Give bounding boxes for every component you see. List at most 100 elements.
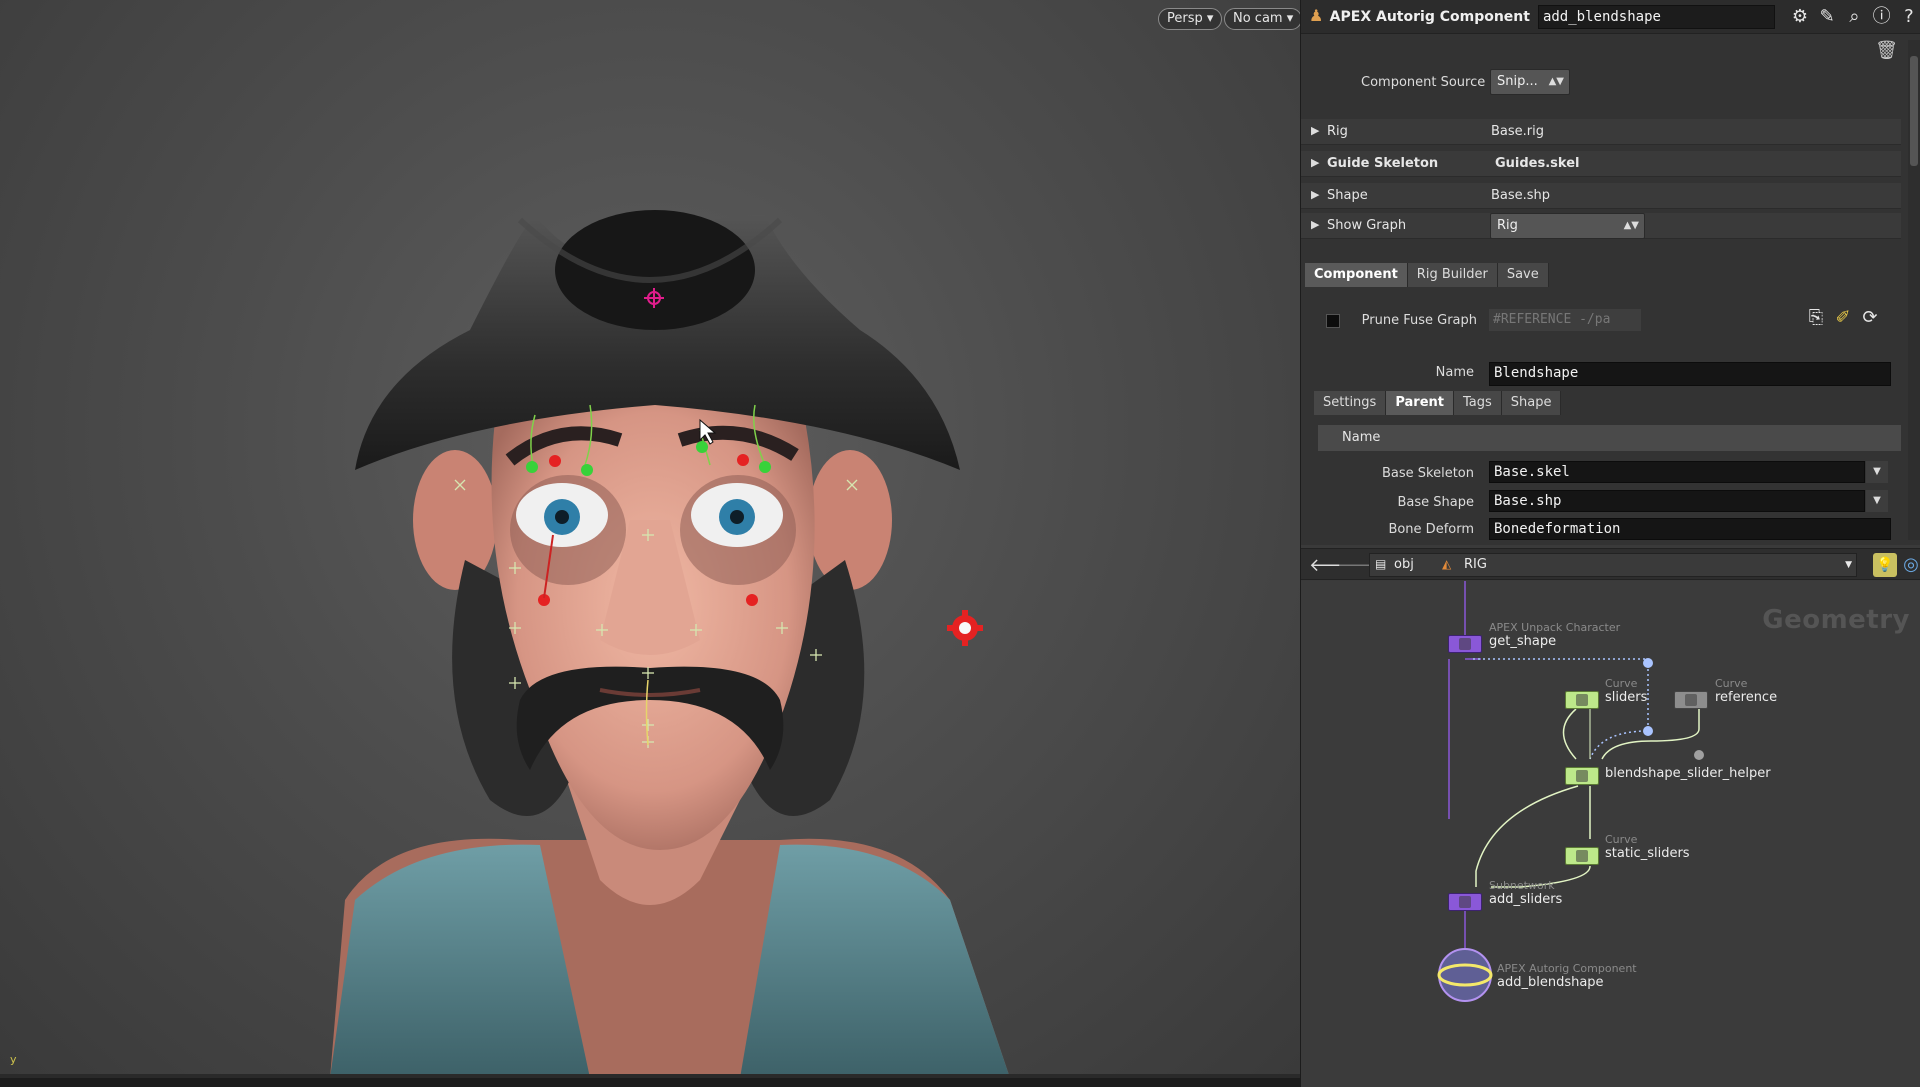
bone-deform-label: Bone Deform	[1388, 522, 1474, 537]
target-icon[interactable]: ◎	[1899, 553, 1920, 577]
tab-rig-builder[interactable]: Rig Builder	[1407, 263, 1498, 287]
parameter-pane: ♟ APEX Autorig Component add_blendshape …	[1301, 0, 1920, 545]
node-name-field[interactable]: add_blendshape	[1537, 4, 1775, 29]
base-skeleton-dropdown[interactable]: ▼	[1866, 461, 1888, 483]
reference-value: #REFERENCE -/pa	[1493, 312, 1611, 327]
prune-fuse-checkbox[interactable]	[1326, 314, 1340, 328]
scroll-thumb[interactable]	[1910, 56, 1918, 166]
crumb-obj[interactable]: obj	[1394, 557, 1414, 572]
help-icon[interactable]: ?	[1898, 5, 1920, 29]
node-name: get_shape	[1489, 634, 1557, 649]
tab-settings[interactable]: Settings	[1314, 391, 1387, 415]
copy-icon[interactable]: ⎘	[1804, 306, 1828, 330]
expand-triangle-icon: ▶	[1311, 124, 1320, 137]
node-type: Curve	[1715, 677, 1748, 690]
pirate-character-render	[330, 210, 1010, 1078]
list-header-label: Name	[1342, 430, 1381, 445]
component-source-label: Component Source	[1361, 75, 1486, 90]
folder-label: Rig	[1327, 124, 1348, 139]
node-name: sliders	[1605, 690, 1648, 705]
right-panel: ♟ APEX Autorig Component add_blendshape …	[1301, 0, 1920, 1087]
path-dropdown-icon[interactable]: ▼	[1845, 560, 1852, 570]
sub-tabbar: Settings Parent Tags Shape	[1314, 391, 1562, 415]
folder-rig[interactable]: ▶ Rig Base.rig	[1301, 119, 1901, 145]
base-shape-field[interactable]: Base.shp	[1489, 490, 1865, 512]
node-get-shape[interactable]	[1448, 635, 1482, 653]
folder-label: Show Graph	[1327, 218, 1407, 233]
folder-value: Base.shp	[1491, 188, 1551, 203]
viewport-bottom-bar	[0, 1074, 1300, 1078]
gear-icon[interactable]: ⚙	[1789, 5, 1811, 29]
name-field[interactable]: Blendshape	[1489, 362, 1891, 386]
expand-triangle-icon: ▶	[1311, 156, 1320, 169]
axis-y-label: y	[10, 1053, 17, 1066]
folder-shape[interactable]: ▶ Shape Base.shp	[1301, 183, 1901, 209]
tab-shape[interactable]: Shape	[1501, 391, 1562, 415]
parameter-header: ♟ APEX Autorig Component add_blendshape …	[1301, 0, 1920, 34]
node-reference[interactable]	[1674, 691, 1708, 709]
expand-triangle-icon: ▶	[1311, 218, 1320, 231]
show-graph-menu[interactable]: Rig ▲▼	[1490, 213, 1645, 239]
bone-deform-field[interactable]: Bonedeformation	[1489, 518, 1891, 540]
perspective-label: Persp	[1167, 11, 1203, 26]
node-type-label: APEX Autorig Component	[1329, 8, 1530, 25]
component-source-value: Snip...	[1497, 74, 1538, 89]
node-sliders[interactable]	[1565, 691, 1599, 709]
node-icon	[1685, 694, 1697, 706]
trash-icon[interactable]: 🗑	[1875, 40, 1898, 61]
refresh-icon[interactable]: ⟳	[1858, 306, 1882, 330]
node-type: APEX Autorig Component	[1497, 962, 1637, 975]
tab-parent[interactable]: Parent	[1386, 391, 1454, 415]
folder-value: Base.rig	[1491, 124, 1544, 139]
node-add-blendshape[interactable]	[1448, 966, 1482, 984]
name-label: Name	[1435, 365, 1474, 380]
rig-icon: ◭	[1442, 557, 1452, 571]
search-icon[interactable]: ⌕	[1843, 5, 1865, 29]
folder-value: Guides.skel	[1495, 156, 1580, 171]
node-type: Curve	[1605, 833, 1638, 846]
main-tabbar: Component Rig Builder Save	[1305, 263, 1549, 287]
tab-save[interactable]: Save	[1497, 263, 1549, 287]
node-blendshape-slider-helper[interactable]	[1565, 767, 1599, 785]
path-breadcrumb[interactable]: obj RIG ▤ ◭ ▼	[1369, 553, 1857, 577]
crumb-rig[interactable]: RIG	[1464, 557, 1487, 572]
list-header: Name	[1318, 425, 1901, 451]
tab-component[interactable]: Component	[1305, 263, 1408, 287]
component-source-menu[interactable]: Snip... ▲▼	[1490, 69, 1570, 95]
perspective-view-menu[interactable]: Persp ▾	[1158, 8, 1223, 30]
camera-menu[interactable]: No cam ▾	[1224, 8, 1300, 30]
3d-viewport[interactable]: Persp ▾ No cam ▾ y	[0, 0, 1300, 1078]
network-path-bar: 🡐 🡒 obj RIG ▤ ◭ ▼ 💡 ◎	[1301, 548, 1920, 580]
base-shape-dropdown[interactable]: ▼	[1866, 490, 1888, 512]
reference-menu[interactable]: #REFERENCE -/pa	[1489, 309, 1641, 331]
base-skeleton-label: Base Skeleton	[1381, 466, 1474, 481]
node-icon	[1459, 896, 1471, 908]
folder-label: Guide Skeleton	[1327, 156, 1439, 171]
expand-triangle-icon: ▶	[1311, 188, 1320, 201]
network-editor[interactable]: Geometry APEX Unpack Character get_shape…	[1301, 581, 1920, 1087]
node-name: reference	[1715, 690, 1778, 705]
clean-icon[interactable]: ✐	[1831, 306, 1855, 330]
base-shape-label: Base Shape	[1397, 495, 1475, 510]
node-icon	[1576, 770, 1588, 782]
node-type: Curve	[1605, 677, 1638, 690]
node-name: blendshape_slider_helper	[1605, 766, 1771, 781]
node-type-icon: ♟	[1309, 5, 1324, 25]
lightbulb-icon[interactable]: 💡	[1873, 553, 1897, 577]
folder-guide-skeleton[interactable]: ▶ Guide Skeleton Guides.skel	[1301, 151, 1901, 177]
obj-icon: ▤	[1375, 557, 1387, 571]
brush-icon[interactable]: ✎	[1816, 5, 1838, 29]
tab-tags[interactable]: Tags	[1453, 391, 1502, 415]
axis-gizmo: y	[10, 1053, 17, 1066]
node-type: APEX Unpack Character	[1489, 621, 1621, 634]
parameter-scrollbar[interactable]	[1908, 40, 1920, 540]
camera-label: No cam	[1233, 11, 1283, 26]
node-static-sliders[interactable]	[1565, 847, 1599, 865]
node-name: add_blendshape	[1497, 975, 1604, 990]
node-name: static_sliders	[1605, 846, 1690, 861]
base-skeleton-field[interactable]: Base.skel	[1489, 461, 1865, 483]
show-graph-value: Rig	[1497, 218, 1518, 233]
node-add-sliders[interactable]	[1448, 893, 1482, 911]
info-icon[interactable]: ⓘ	[1871, 5, 1893, 29]
node-icon	[1459, 638, 1471, 650]
